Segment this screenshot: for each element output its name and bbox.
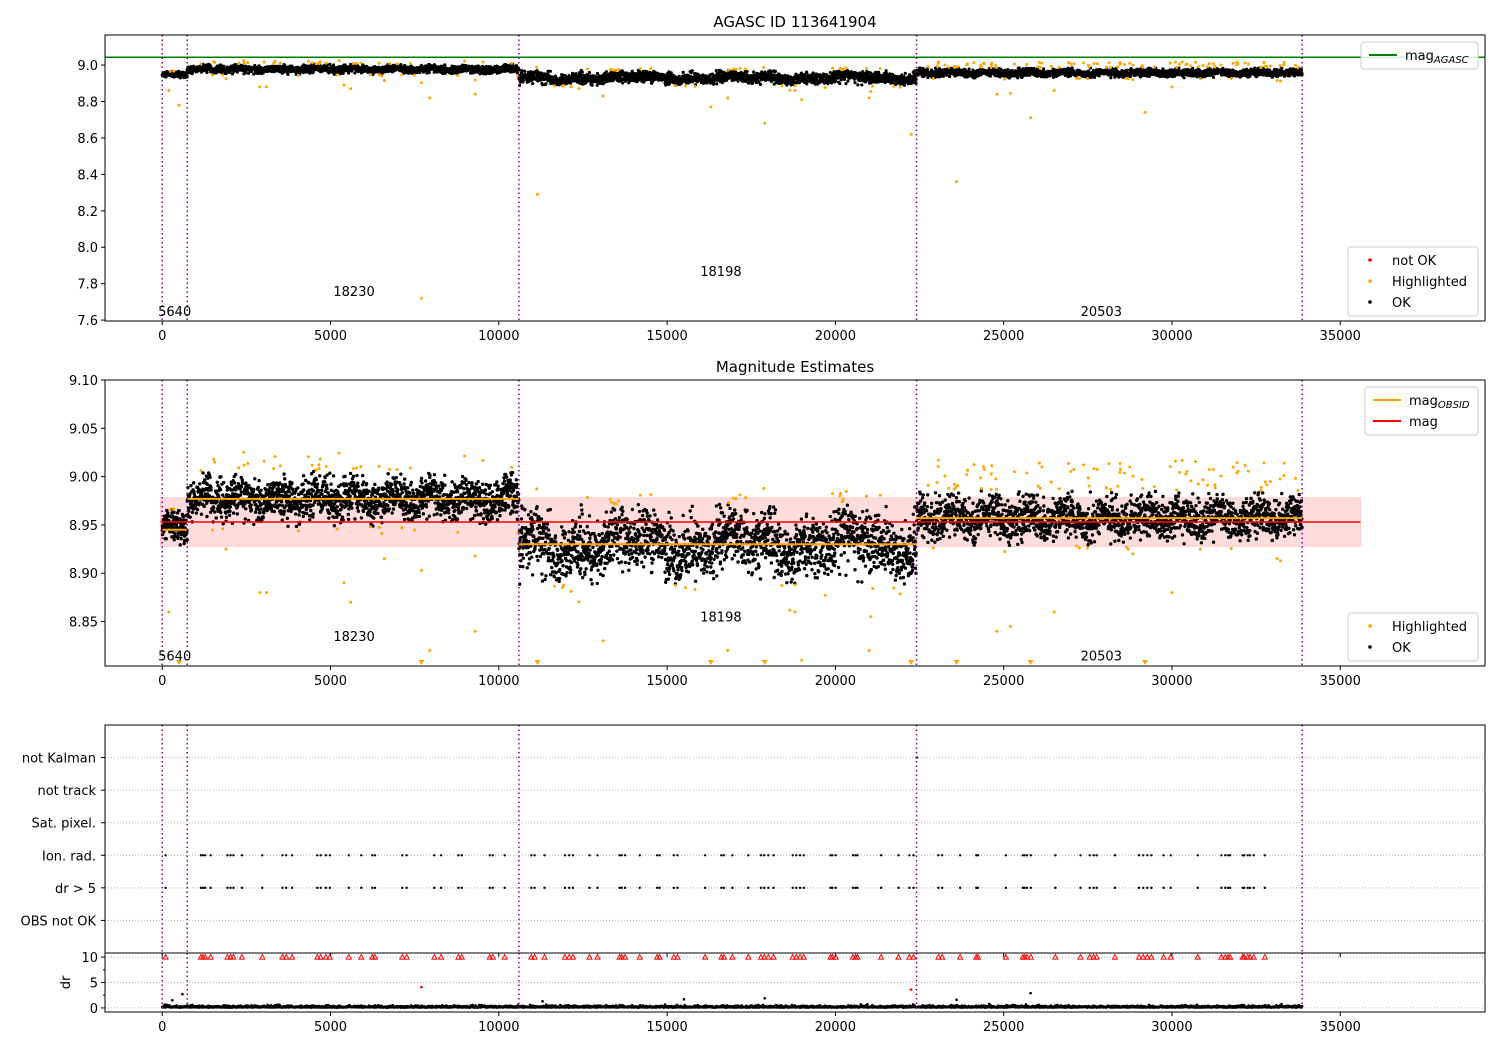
ok-point bbox=[530, 81, 535, 86]
ok-point bbox=[712, 82, 716, 86]
ok-point bbox=[752, 70, 756, 74]
ok-point bbox=[1125, 68, 1129, 72]
plot-area-agasc bbox=[105, 35, 1485, 321]
ok-point bbox=[517, 67, 521, 72]
ok-point bbox=[1191, 66, 1195, 70]
ok-point bbox=[427, 70, 431, 75]
ok-point bbox=[967, 67, 971, 71]
ok-point bbox=[1182, 76, 1186, 80]
ok-point bbox=[222, 64, 226, 68]
ok-point bbox=[947, 74, 952, 79]
ok-point bbox=[736, 79, 740, 83]
ok-point bbox=[580, 70, 584, 74]
ok-point bbox=[690, 69, 694, 73]
ok-point bbox=[590, 83, 594, 87]
ok-point bbox=[773, 69, 778, 73]
ok-point bbox=[758, 82, 763, 86]
ok-point bbox=[839, 78, 843, 82]
ok-point bbox=[604, 70, 608, 74]
ok-point bbox=[715, 82, 719, 86]
ok-point bbox=[838, 81, 842, 86]
ok-point bbox=[914, 81, 918, 85]
ok-point bbox=[846, 79, 850, 83]
ok-point bbox=[331, 63, 336, 67]
ok-point bbox=[853, 81, 857, 85]
figure: 56401823018198205030 5000 10000 15000 20000 2… bbox=[21, 13, 1486, 1035]
ok-point bbox=[587, 70, 592, 75]
ok-point bbox=[805, 82, 809, 86]
ok-point bbox=[856, 83, 860, 87]
ok-point bbox=[681, 70, 685, 74]
ok-point bbox=[903, 71, 907, 75]
ok-point bbox=[1016, 76, 1020, 80]
ok-point bbox=[548, 69, 552, 73]
ok-point bbox=[621, 81, 625, 85]
ok-point bbox=[833, 79, 838, 83]
ok-point bbox=[902, 83, 907, 87]
ok-point bbox=[563, 74, 567, 78]
ok-point bbox=[844, 82, 848, 86]
ok-point bbox=[623, 79, 628, 83]
ok-point bbox=[860, 83, 864, 87]
ok-point bbox=[205, 70, 209, 75]
ok-point bbox=[523, 69, 527, 73]
ok-point bbox=[544, 82, 548, 86]
ok-point bbox=[286, 72, 290, 77]
ok-point bbox=[353, 71, 357, 75]
ok-point bbox=[884, 69, 888, 73]
